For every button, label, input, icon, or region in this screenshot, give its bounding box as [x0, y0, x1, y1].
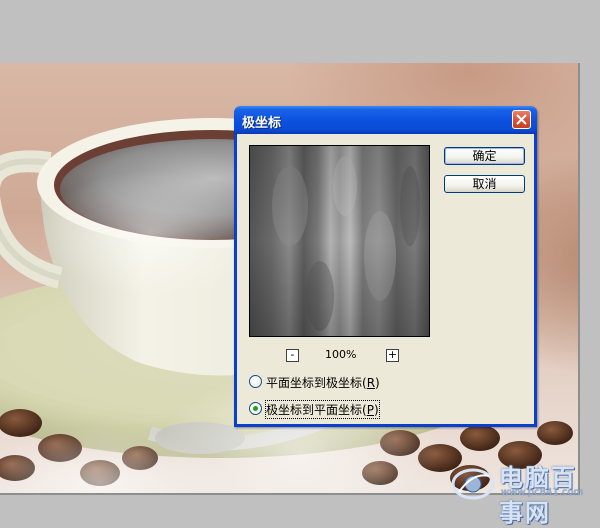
preview-image	[250, 146, 429, 336]
radio-button[interactable]	[249, 375, 262, 388]
radio-label: 极坐标到平面坐标(P)	[265, 400, 380, 419]
dialog-body: 确定 取消 - 100% + 平面坐标到极坐标(R) 极坐标到平面坐标(P)	[237, 134, 534, 424]
radio-label: 平面坐标到极坐标(R)	[266, 376, 380, 390]
radio-button-selected[interactable]	[249, 402, 262, 415]
watermark-url: www.pc841.com	[501, 487, 584, 498]
polar-coordinates-dialog: 极坐标 确定 取消 - 100% + 平面坐标到极坐标(R) 极坐标到平面坐标(…	[234, 106, 537, 427]
zoom-level: 100%	[325, 348, 357, 361]
close-button[interactable]	[512, 110, 531, 129]
ok-button[interactable]: 确定	[444, 147, 525, 165]
watermark: 电脑百事网 www.pc841.com	[447, 458, 597, 527]
close-icon	[516, 114, 527, 125]
dialog-title: 极坐标	[242, 116, 282, 131]
dialog-titlebar[interactable]: 极坐标	[234, 106, 537, 134]
zoom-out-button[interactable]: -	[286, 349, 299, 362]
cancel-button[interactable]: 取消	[444, 175, 525, 193]
filter-preview[interactable]	[249, 145, 430, 337]
zoom-in-button[interactable]: +	[386, 349, 399, 362]
canvas-edge	[578, 63, 580, 495]
watermark-logo-icon	[451, 468, 495, 500]
